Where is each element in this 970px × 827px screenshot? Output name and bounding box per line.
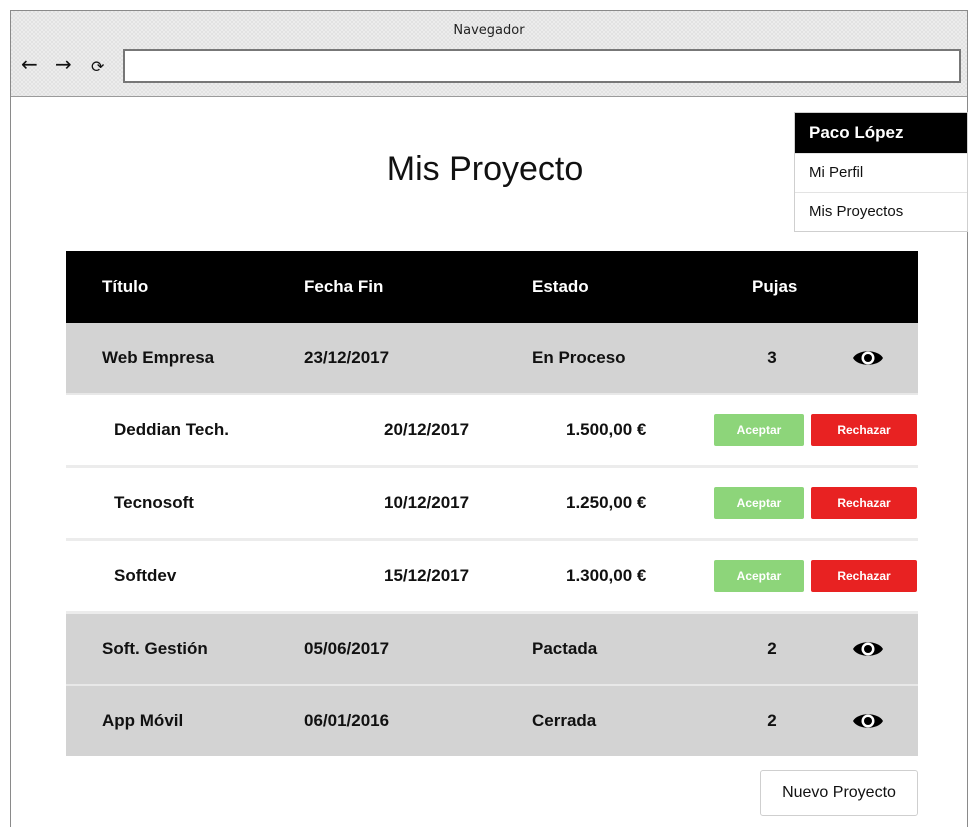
back-arrow-icon[interactable]: ← bbox=[21, 53, 38, 75]
project-bids-count: 2 bbox=[767, 639, 777, 658]
project-end-date: 05/06/2017 bbox=[304, 639, 390, 658]
eye-icon bbox=[853, 351, 883, 365]
bid-company: Tecnosoft bbox=[114, 493, 194, 512]
new-project-button[interactable]: Nuevo Proyecto bbox=[760, 770, 918, 816]
bid-row: Softdev 15/12/2017 1.300,00 € Aceptar Re… bbox=[66, 541, 918, 614]
accept-button[interactable]: Aceptar bbox=[714, 560, 804, 592]
accept-button[interactable]: Aceptar bbox=[714, 487, 804, 519]
address-bar[interactable] bbox=[123, 49, 961, 83]
forward-arrow-icon[interactable]: → bbox=[55, 53, 72, 75]
bid-company: Deddian Tech. bbox=[114, 420, 229, 439]
reject-button[interactable]: Rechazar bbox=[811, 487, 917, 519]
reload-icon[interactable]: ⟳ bbox=[91, 56, 104, 78]
header-end-date: Fecha Fin bbox=[304, 277, 384, 296]
view-project-button[interactable] bbox=[852, 323, 884, 393]
project-row: Soft. Gestión 05/06/2017 Pactada 2 bbox=[66, 614, 918, 686]
reject-button[interactable]: Rechazar bbox=[811, 560, 917, 592]
project-state: Cerrada bbox=[532, 711, 597, 730]
menu-item-projects[interactable]: Mis Proyectos bbox=[795, 192, 967, 231]
header-bids: Pujas bbox=[752, 277, 798, 296]
eye-icon bbox=[853, 642, 883, 656]
project-title: Web Empresa bbox=[102, 348, 215, 367]
eye-icon bbox=[853, 714, 883, 728]
project-title: App Móvil bbox=[102, 711, 184, 730]
user-menu: Paco López Mi Perfil Mis Proyectos bbox=[794, 112, 968, 232]
project-bids-count: 3 bbox=[767, 348, 777, 367]
bid-amount: 1.500,00 € bbox=[566, 420, 647, 439]
project-state: Pactada bbox=[532, 639, 598, 658]
project-row: Web Empresa 23/12/2017 En Proceso 3 bbox=[66, 323, 918, 395]
table-header: Título Fecha Fin Estado Pujas bbox=[66, 251, 918, 323]
projects-table: Título Fecha Fin Estado Pujas Web Empres… bbox=[66, 251, 918, 756]
page: Navegador ← → ⟳ Mis Proyecto Paco López … bbox=[0, 0, 970, 827]
bid-date: 15/12/2017 bbox=[384, 566, 470, 585]
reject-button[interactable]: Rechazar bbox=[811, 414, 917, 446]
project-row: App Móvil 06/01/2016 Cerrada 2 bbox=[66, 686, 918, 756]
project-bids-count: 2 bbox=[767, 711, 777, 730]
bid-row: Tecnosoft 10/12/2017 1.250,00 € Aceptar … bbox=[66, 468, 918, 541]
accept-button[interactable]: Aceptar bbox=[714, 414, 804, 446]
bid-date: 20/12/2017 bbox=[384, 420, 470, 439]
bid-amount: 1.300,00 € bbox=[566, 566, 647, 585]
project-end-date: 06/01/2016 bbox=[304, 711, 390, 730]
project-state: En Proceso bbox=[532, 348, 626, 367]
header-state: Estado bbox=[532, 277, 589, 296]
menu-item-profile[interactable]: Mi Perfil bbox=[795, 153, 967, 192]
project-title: Soft. Gestión bbox=[102, 639, 208, 658]
user-name[interactable]: Paco López bbox=[795, 113, 967, 153]
header-title: Título bbox=[102, 277, 149, 296]
browser-toolbar: Navegador ← → ⟳ bbox=[11, 11, 967, 97]
bid-date: 10/12/2017 bbox=[384, 493, 470, 512]
view-project-button[interactable] bbox=[852, 686, 884, 756]
address-input[interactable] bbox=[125, 51, 959, 81]
project-end-date: 23/12/2017 bbox=[304, 348, 390, 367]
bid-row: Deddian Tech. 20/12/2017 1.500,00 € Acep… bbox=[66, 395, 918, 468]
window-title: Navegador bbox=[453, 23, 525, 38]
bid-amount: 1.250,00 € bbox=[566, 493, 647, 512]
view-project-button[interactable] bbox=[852, 614, 884, 684]
bid-company: Softdev bbox=[114, 566, 177, 585]
